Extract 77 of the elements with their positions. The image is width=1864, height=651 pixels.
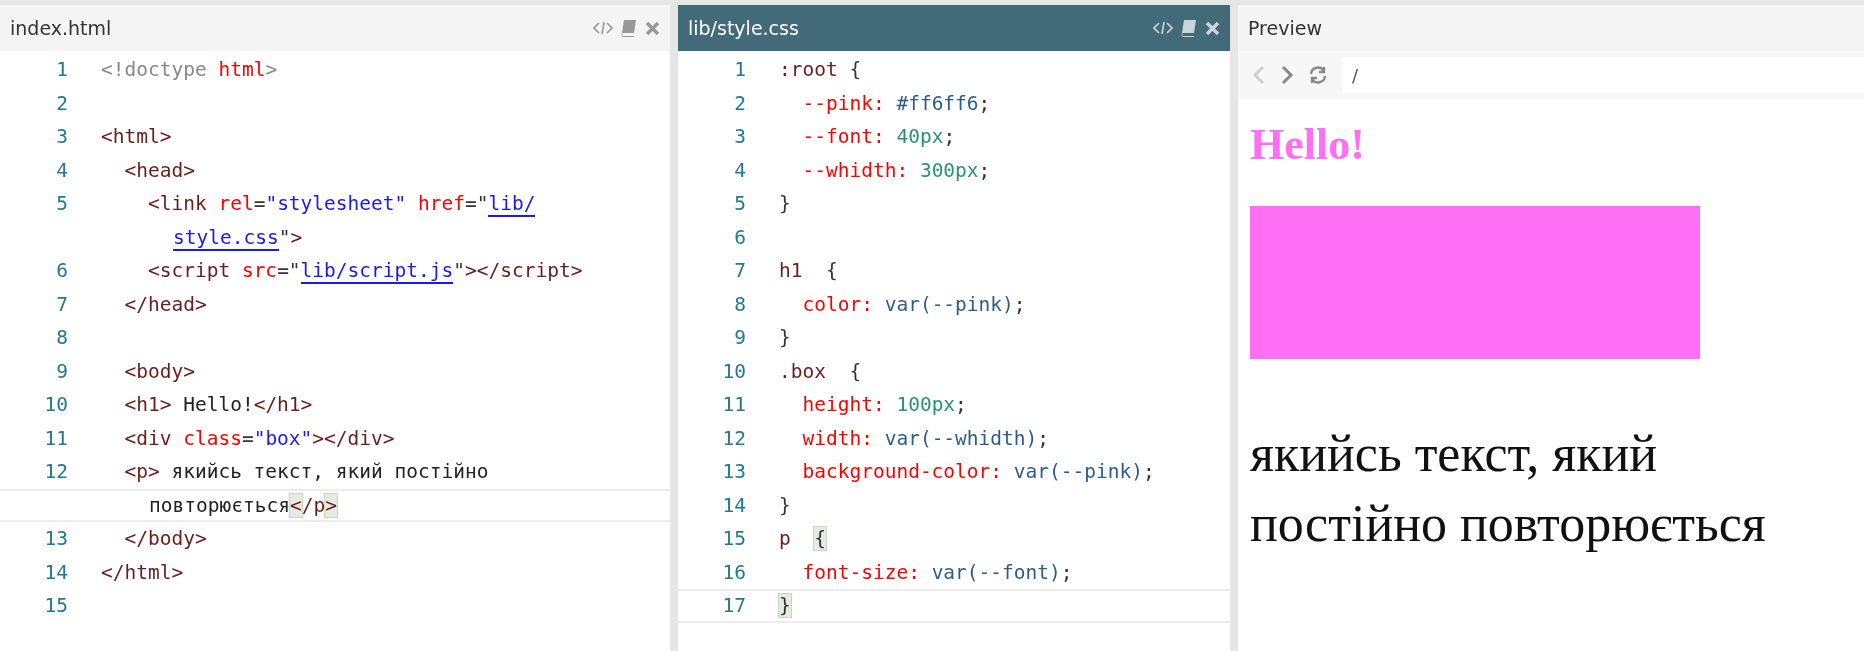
close-icon[interactable] [1205, 20, 1220, 36]
close-icon[interactable] [645, 20, 660, 36]
forward-button[interactable] [1280, 64, 1294, 86]
code-line: --whidth: 300px; [801, 158, 991, 182]
code-line: p { [779, 527, 826, 551]
line-number: 10 [43, 393, 68, 417]
line-number: 13 [43, 527, 68, 551]
code-line: style.css"> [173, 225, 303, 249]
code-line: --font: 40px; [801, 125, 956, 149]
code-line: <body> [123, 359, 195, 383]
preview-heading: Hello! [1250, 119, 1366, 170]
code-line: </head> [123, 292, 207, 316]
line-number: 10 [721, 359, 746, 383]
line-number: 4 [55, 158, 68, 182]
line-number: 13 [721, 460, 746, 484]
code-line: повторюється</p> [149, 493, 337, 517]
code-line: <p> якийсь текст, який постійно [123, 460, 489, 484]
line-number: 9 [55, 359, 68, 383]
code-line: } [779, 192, 791, 216]
line-number: 15 [721, 527, 746, 551]
editor-tab-header[interactable]: index.html [0, 5, 670, 51]
code-line: height: 100px; [801, 393, 967, 417]
code-line: h1 { [779, 259, 838, 283]
line-number: 12 [721, 426, 746, 450]
file-name: index.html [10, 17, 113, 39]
line-number: 12 [43, 460, 68, 484]
line-number: 16 [721, 560, 746, 584]
line-number: 1 [55, 58, 68, 82]
line-number: 1 [733, 58, 746, 82]
code-icon[interactable] [593, 20, 613, 36]
line-number: 17 [721, 594, 746, 618]
line-number: 3 [733, 125, 746, 149]
line-number: 6 [55, 259, 68, 283]
code-line: --pink: #ff6ff6; [801, 91, 991, 115]
line-number: 2 [733, 91, 746, 115]
code-line: <div class="box"></div> [123, 426, 395, 450]
line-number: 4 [733, 158, 746, 182]
code-icon[interactable] [1153, 20, 1173, 36]
line-number: 2 [55, 91, 68, 115]
code-line: <h1> Hello!</h1> [123, 393, 313, 417]
line-number: 11 [721, 393, 746, 417]
file-name: lib/style.css [688, 17, 800, 39]
url-field[interactable]: / [1342, 57, 1864, 93]
code-line: <script src="lib/script.js"></script> [146, 259, 583, 283]
code-line: :root { [779, 58, 862, 82]
code-line: </body> [123, 527, 207, 551]
code-line: width: var(--whidth); [801, 426, 1050, 450]
code-line: background-color: var(--pink); [801, 460, 1155, 484]
line-number: 9 [733, 326, 746, 350]
line-number: 6 [733, 225, 746, 249]
line-number: 14 [721, 493, 746, 517]
code-line: </html> [101, 560, 184, 584]
code-line: <html> [101, 125, 172, 149]
line-number: 3 [55, 125, 68, 149]
code-line: <link rel="stylesheet" href="lib/ [146, 192, 536, 216]
code-line: } [779, 326, 791, 350]
code-line: } [779, 493, 791, 517]
code-line: .box { [779, 359, 862, 383]
preview-paragraph: якийсь текст, який постійно повторюється [1250, 424, 1767, 554]
code-line: color: var(--pink); [801, 292, 1026, 316]
line-number: 8 [733, 292, 746, 316]
line-number: 8 [55, 326, 68, 350]
preview-title: Preview [1248, 17, 1323, 39]
line-number: 15 [43, 594, 68, 618]
line-number: 7 [733, 259, 746, 283]
line-number: 11 [43, 426, 68, 450]
code-line: <!doctype html> [101, 58, 278, 82]
line-number: 14 [43, 560, 68, 584]
editor-tab-header[interactable]: lib/style.css [678, 5, 1230, 51]
line-number: 5 [733, 192, 746, 216]
line-number: 5 [55, 192, 68, 216]
book-icon[interactable] [621, 19, 637, 37]
book-icon[interactable] [1181, 19, 1197, 37]
line-number: 7 [55, 292, 68, 316]
refresh-button[interactable] [1308, 65, 1328, 85]
code-line: font-size: var(--font); [801, 560, 1073, 584]
code-line: <head> [123, 158, 195, 182]
